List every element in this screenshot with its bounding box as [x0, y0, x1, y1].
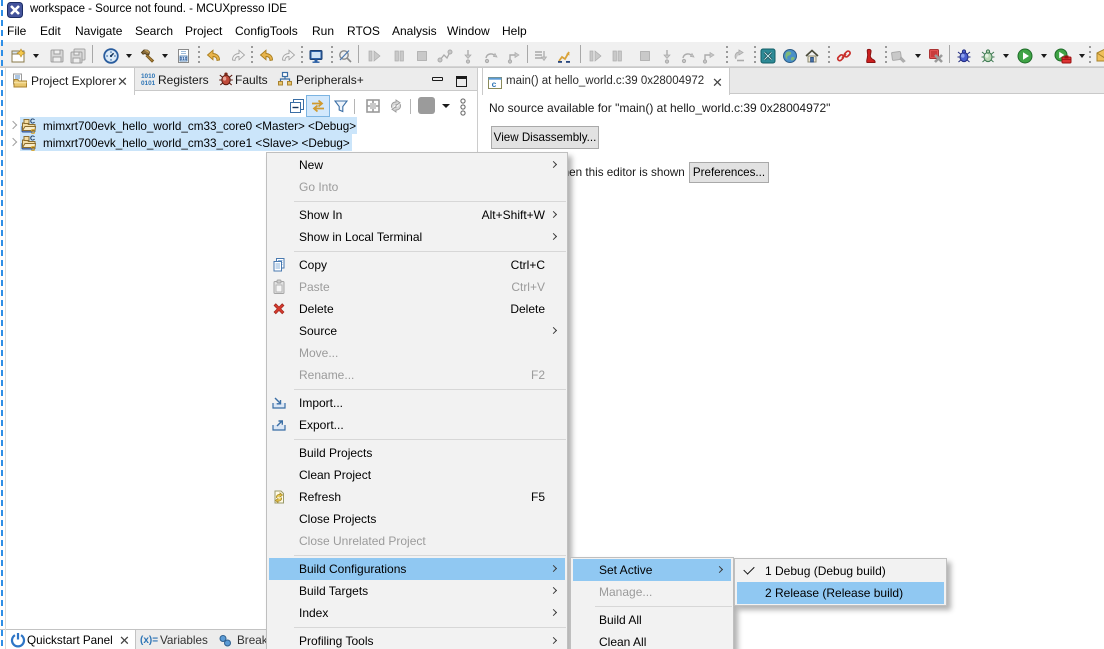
- svg-text:C: C: [30, 119, 35, 126]
- svg-text:C: C: [30, 136, 35, 143]
- svg-text:1010: 1010: [141, 73, 156, 80]
- svg-text:0101: 0101: [141, 80, 156, 87]
- svg-text:c: c: [492, 79, 497, 89]
- svg-text:S: S: [31, 146, 36, 151]
- svg-text:010: 010: [180, 56, 188, 61]
